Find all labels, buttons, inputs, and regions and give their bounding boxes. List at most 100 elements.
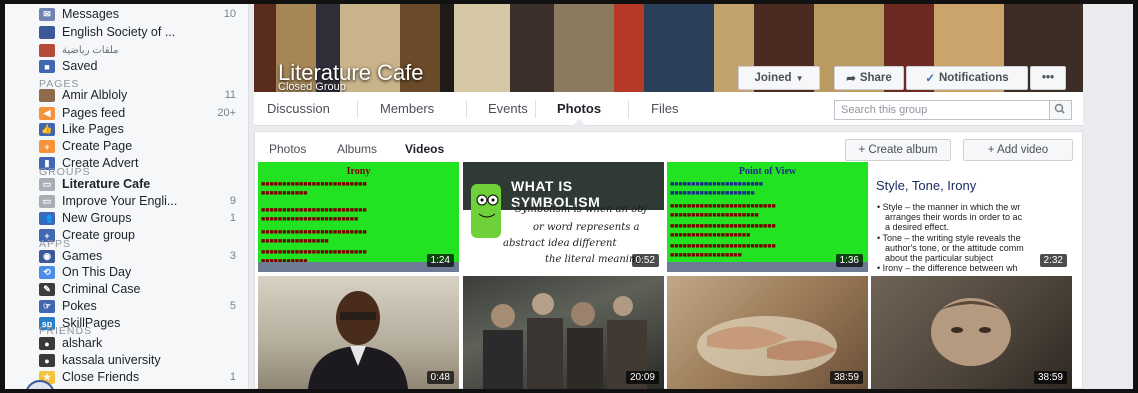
video-title: Style, Tone, Irony	[876, 178, 977, 193]
sidebar-item-count: 5	[229, 300, 236, 312]
slide-bullet: • Style – the manner in which the wr	[877, 202, 1021, 212]
cartoon-character-icon	[471, 184, 501, 238]
group-thumb-icon	[39, 26, 55, 39]
tab-separator	[357, 100, 358, 118]
video-thumb-crowd[interactable]: 20:09	[463, 276, 664, 389]
video-duration: 1:24	[426, 254, 454, 267]
page-avatar-icon	[39, 89, 55, 102]
sidebar-item[interactable]: ▭ Literature Cafe	[5, 175, 248, 193]
sidebar-item-label: Pokes	[62, 299, 97, 313]
tab-separator	[628, 100, 629, 118]
create-album-button[interactable]: + Create album	[845, 139, 951, 161]
sidebar-item[interactable]: ■ Saved	[5, 57, 248, 75]
sidebar-item-label: New Groups	[62, 211, 132, 225]
video-duration: 0:48	[426, 371, 454, 384]
video-thumb-hands[interactable]: 38:59	[667, 276, 868, 389]
sidebar-item-label: English Society of ...	[62, 25, 176, 39]
sidebar-item[interactable]: ✉ Messages 10	[5, 5, 248, 23]
sidebar-item-label: kassala university	[62, 353, 161, 367]
video-thumb-irony[interactable]: Irony ■■■■■■■■■■■■■■■■■■■■■■■■■ ■■■■■■■■■…	[258, 162, 459, 272]
pokes-icon: ☞	[39, 300, 55, 313]
slide-text: ■■■■■■■■■■■■■■■■■■■■■■■■■■■■■■■■■■■■■■■■…	[261, 206, 367, 223]
sidebar-item-label: Saved	[62, 59, 98, 73]
video-duration: 0:52	[631, 254, 659, 267]
tab-events[interactable]: Events	[488, 101, 528, 116]
messages-icon: ✉	[39, 8, 55, 21]
group-search-input[interactable]: Search this group	[834, 100, 1072, 120]
video-duration: 2:32	[1039, 254, 1067, 267]
sidebar-item-count: 1	[229, 212, 236, 224]
group-icon: ▭	[39, 195, 55, 208]
sidebar-item-label: Close Friends	[62, 370, 140, 384]
sidebar-item[interactable]: ✎ Criminal Case	[5, 280, 248, 298]
subtab-photos[interactable]: Photos	[269, 142, 306, 156]
criminal-case-icon: ✎	[39, 283, 55, 296]
video-duration: 20:09	[625, 371, 659, 384]
sidebar-item[interactable]: English Society of ...	[5, 23, 248, 41]
share-button[interactable]: ➦ Share	[834, 66, 904, 90]
slide-bullet: • Irony – the difference between wh	[877, 263, 1018, 272]
like-pages-icon: 👍	[39, 123, 55, 136]
sidebar-item[interactable]: Amir Alblolу 11	[5, 86, 248, 104]
joined-label: Joined	[754, 72, 792, 84]
sidebar-divider	[248, 4, 249, 389]
video-thumb-symbolism[interactable]: WHAT IS SYMBOLISM Symbolism is when an o…	[463, 162, 664, 272]
person-video-frame	[308, 291, 408, 389]
on-this-day-icon: ⟲	[39, 266, 55, 279]
group-tabs-bar: Discussion Members Events Photos Files S…	[254, 92, 1083, 126]
tab-separator	[535, 100, 536, 118]
sidebar-item-label: Improve Your Engli...	[62, 194, 178, 208]
sidebar-item[interactable]: ● alshark	[5, 334, 248, 352]
sidebar-item-label: Games	[62, 249, 103, 263]
tab-separator	[466, 100, 467, 118]
active-tab-caret	[572, 119, 586, 126]
games-icon: ◉	[39, 250, 55, 263]
sidebar-item-count: 3	[229, 250, 236, 262]
sidebar-item-label: Amir Alblolу	[62, 88, 128, 102]
slide-text: ■■■■■■■■■■■■■■■■■■■■■■■■■■■■■■■■■■■■■■■■…	[261, 228, 367, 245]
video-thumb-point-of-view[interactable]: Point of View ■■■■■■■■■■■■■■■■■■■■■■ ■■■■…	[667, 162, 868, 272]
sidebar-item-count: 1	[229, 371, 236, 383]
tab-members[interactable]: Members	[380, 101, 434, 116]
video-duration: 1:36	[835, 254, 863, 267]
tab-photos[interactable]: Photos	[557, 101, 601, 116]
left-sidebar: ✉ Messages 10 English Society of ... ملفات ر…	[5, 4, 248, 389]
sidebar-item-count: 9	[229, 195, 236, 207]
add-video-button[interactable]: + Add video	[963, 139, 1073, 161]
pages-feed-icon: ◀	[39, 107, 55, 120]
more-options-button[interactable]: •••	[1030, 66, 1066, 90]
sidebar-item-label: Criminal Case	[62, 282, 141, 296]
slide-text: ■■■■■■■■■■■■■■■■■■■■■■■■■■■■■■■■■■■■■■■■…	[670, 222, 776, 239]
video-thumb-style-tone-irony[interactable]: Style, Tone, Irony • Style – the manner …	[871, 162, 1072, 272]
notifications-button[interactable]: ✓ Notifications	[906, 66, 1028, 90]
sidebar-item[interactable]: ☞ Pokes 5	[5, 297, 248, 315]
subtab-videos[interactable]: Videos	[405, 142, 444, 156]
video-thumb-portrait[interactable]: 38:59	[871, 276, 1072, 389]
video-thumb-speaker[interactable]: 0:48	[258, 276, 459, 389]
search-button[interactable]	[1049, 101, 1071, 119]
tab-files[interactable]: Files	[651, 101, 678, 116]
search-placeholder: Search this group	[841, 104, 928, 116]
sidebar-item[interactable]: ● kassala university	[5, 351, 248, 369]
more-icon: •••	[1041, 72, 1055, 84]
group-icon: ▭	[39, 178, 55, 191]
slide-bullet: • Tone – the writing style reveals the	[877, 233, 1021, 243]
sidebar-item-label: Like Pages	[62, 122, 124, 136]
sidebar-item-label: Create Page	[62, 139, 133, 153]
group-cover-photo: Literature Cafe Closed Group Joined ▼ ➦ …	[254, 4, 1083, 92]
friend-list-icon: ●	[39, 354, 55, 367]
share-icon: ➦	[846, 73, 856, 85]
slide-text: the literal meaning	[545, 254, 642, 265]
app-frame: ✉ Messages 10 English Society of ... ملفات ر…	[5, 4, 1133, 389]
sidebar-item[interactable]: ▭ Improve Your Engli... 9	[5, 192, 248, 210]
sidebar-item[interactable]: ⟲ On This Day	[5, 263, 248, 281]
slide-text: arranges their words in order to ac	[885, 212, 1023, 222]
sidebar-item[interactable]: + Create Page	[5, 137, 248, 155]
saved-icon: ■	[39, 60, 55, 73]
sidebar-item[interactable]: 👥 New Groups 1	[5, 209, 248, 227]
subtab-albums[interactable]: Albums	[337, 142, 377, 156]
video-duration: 38:59	[829, 371, 863, 384]
sidebar-item[interactable]: 👍 Like Pages	[5, 120, 248, 138]
tab-discussion[interactable]: Discussion	[267, 101, 330, 116]
joined-button[interactable]: Joined ▼	[738, 66, 820, 90]
